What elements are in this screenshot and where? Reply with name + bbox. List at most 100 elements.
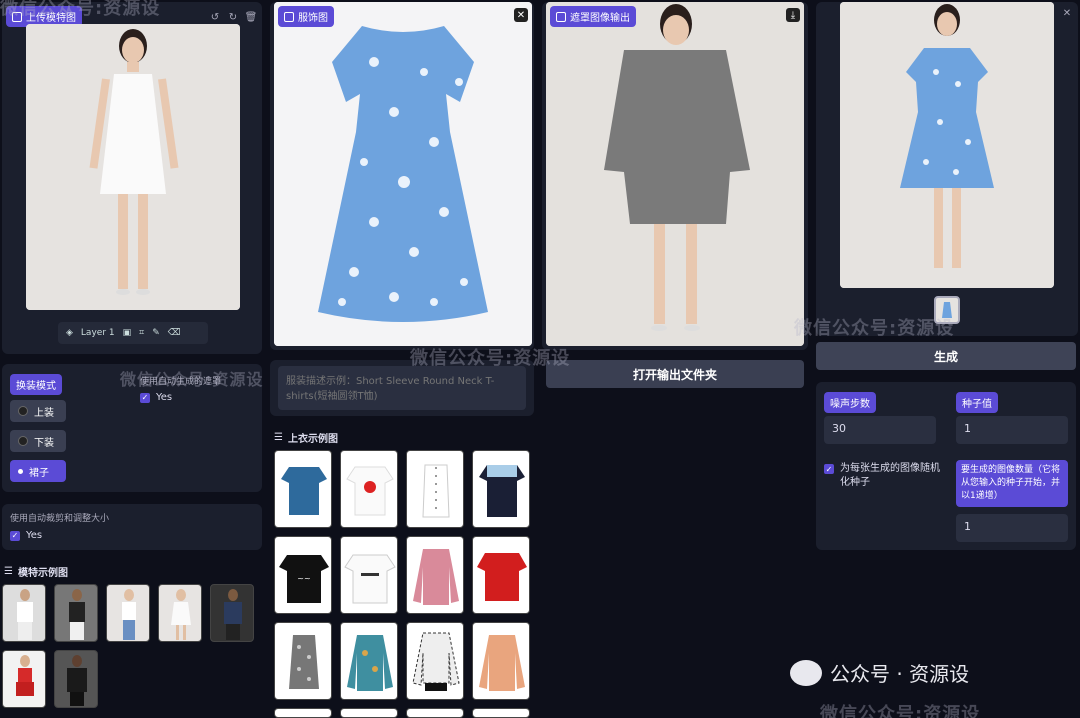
top-example-3[interactable] <box>406 450 464 528</box>
mask-output-image[interactable] <box>546 2 804 346</box>
brush-icon[interactable]: ✎ <box>152 328 160 338</box>
model-example-7[interactable] <box>54 650 98 708</box>
steps-label: 噪声步数 <box>830 399 870 410</box>
wechat-icon <box>790 659 822 686</box>
randomize-seed-label: 为每张生成的图像随机化种子 <box>840 463 940 488</box>
list-icon: ☰ <box>4 566 13 577</box>
mode-option-label: 裙子 <box>29 467 49 479</box>
eraser-icon[interactable]: ⌫ <box>168 328 181 338</box>
top-example-7[interactable] <box>406 536 464 614</box>
top-example-9[interactable] <box>274 622 332 700</box>
auto-mask-value: Yes <box>156 392 173 403</box>
top-examples-title: ☰ 上衣示例图 <box>274 430 338 445</box>
top-example-5[interactable]: ~~ <box>274 536 332 614</box>
model-example-1[interactable] <box>2 584 46 642</box>
model-example-2[interactable] <box>54 584 98 642</box>
top-example-8[interactable] <box>472 536 530 614</box>
mask-output-panel: 遮罩图像输出 ⤓ <box>542 2 808 350</box>
garment-image[interactable] <box>274 2 532 346</box>
auto-crop-panel: 使用自动裁剪和调整大小 ✓ Yes <box>2 504 262 550</box>
layer-label[interactable]: Layer 1 <box>81 328 115 338</box>
top-example-16[interactable] <box>472 708 530 718</box>
mode-panel: 换装模式 上装 下装 裙子 使用自动生成的遮罩 ✓ Yes <box>2 364 262 492</box>
result-image[interactable] <box>840 2 1054 288</box>
image-icon <box>556 11 566 22</box>
footer-brand-label: 公众号 · 资源设 <box>830 662 970 686</box>
top-example-14[interactable] <box>340 708 398 718</box>
mode-option-label: 上装 <box>34 407 54 419</box>
close-icon[interactable]: ✕ <box>514 8 528 22</box>
mode-option-top[interactable]: 上装 <box>10 400 66 422</box>
model-example-6[interactable] <box>2 650 46 708</box>
garment-desc-input[interactable] <box>278 366 526 410</box>
num-images-input[interactable]: 1 <box>956 514 1068 542</box>
top-example-1[interactable] <box>274 450 332 528</box>
generate-button[interactable]: 生成 <box>816 342 1076 370</box>
close-icon[interactable]: ✕ <box>1060 6 1074 20</box>
top-example-15[interactable] <box>406 708 464 718</box>
num-images-tag: 要生成的图像数量（它将从您输入的种子开始，并以1递增） <box>956 460 1068 507</box>
seed-tag: 种子值 <box>956 392 998 413</box>
top-example-12[interactable] <box>472 622 530 700</box>
model-image[interactable] <box>26 24 240 310</box>
check-icon: ✓ <box>10 530 20 541</box>
open-output-folder-button[interactable]: 打开输出文件夹 <box>546 360 804 388</box>
result-panel: ⤓ ✕ <box>816 2 1078 336</box>
radio-icon <box>18 406 28 416</box>
top-example-13[interactable] <box>274 708 332 718</box>
seed-input[interactable]: 1 <box>956 416 1068 444</box>
params-panel: 噪声步数 30 种子值 1 ✓ 为每张生成的图像随机化种子 要生成的图像数量（它… <box>816 382 1076 550</box>
garment-panel: 服饰图 ✕ <box>270 2 534 350</box>
auto-mask-checkbox[interactable]: ✓ Yes <box>140 392 172 403</box>
model-example-3[interactable] <box>106 584 150 642</box>
list-icon: ☰ <box>274 432 283 443</box>
layer-toolbar: ◈ Layer 1 ▣ ⌗ ✎ ⌫ <box>58 322 208 344</box>
watermark-bottom: 微信公众号:资源设 <box>820 704 981 718</box>
mode-option-dress[interactable]: 裙子 <box>10 460 66 482</box>
download-icon[interactable]: ⤓ <box>786 8 800 22</box>
auto-crop-value: Yes <box>26 530 43 541</box>
image-icon <box>284 11 294 22</box>
randomize-seed-checkbox[interactable]: ✓ 为每张生成的图像随机化种子 <box>824 462 944 490</box>
mode-tag: 换装模式 <box>10 374 62 395</box>
trash-icon[interactable]: 🗑 <box>244 10 258 24</box>
top-example-10[interactable] <box>340 622 398 700</box>
auto-crop-checkbox[interactable]: ✓ Yes <box>10 530 42 541</box>
model-examples-label: 模特示例图 <box>17 568 68 579</box>
image-icon <box>12 11 22 22</box>
image-icon[interactable]: ▣ <box>123 328 132 338</box>
top-example-11[interactable] <box>406 622 464 700</box>
mode-label: 换装模式 <box>16 381 56 392</box>
steps-tag: 噪声步数 <box>824 392 876 413</box>
model-example-5[interactable] <box>210 584 254 642</box>
steps-input[interactable]: 30 <box>824 416 936 444</box>
garment-tag-label: 服饰图 <box>298 13 328 24</box>
mask-output-tag: 遮罩图像输出 <box>550 6 636 27</box>
garment-tag: 服饰图 <box>278 6 334 27</box>
mode-option-bottom[interactable]: 下装 <box>10 430 66 452</box>
radio-icon <box>18 436 28 446</box>
svg-text:~~: ~~ <box>297 574 310 583</box>
seed-label: 种子值 <box>962 399 992 410</box>
model-upload-panel: 上传模特图 ↺ ↻ 🗑 ◈ Layer 1 ▣ ⌗ ✎ ⌫ <box>2 2 262 354</box>
model-examples-title: ☰ 模特示例图 <box>4 564 68 579</box>
top-example-4[interactable] <box>472 450 530 528</box>
undo-icon[interactable]: ↺ <box>208 10 222 24</box>
check-icon: ✓ <box>824 464 834 474</box>
top-examples-label: 上衣示例图 <box>287 434 338 445</box>
top-example-6[interactable] <box>340 536 398 614</box>
layers-icon[interactable]: ◈ <box>66 328 73 338</box>
top-example-2[interactable] <box>340 450 398 528</box>
model-upload-tag-label: 上传模特图 <box>26 13 76 24</box>
mode-option-label: 下装 <box>34 437 54 449</box>
redo-icon[interactable]: ↻ <box>226 10 240 24</box>
garment-desc-panel <box>270 360 534 416</box>
radio-icon <box>18 468 23 474</box>
model-example-4[interactable] <box>158 584 202 642</box>
footer-brand: 公众号 · 资源设 <box>790 658 969 687</box>
crop-icon[interactable]: ⌗ <box>139 328 144 338</box>
auto-mask-label: 使用自动生成的遮罩 <box>140 377 222 387</box>
result-thumbnail[interactable] <box>934 296 960 324</box>
num-images-label: 要生成的图像数量（它将从您输入的种子开始，并以1递增） <box>961 465 1061 501</box>
auto-crop-label: 使用自动裁剪和调整大小 <box>10 514 110 524</box>
